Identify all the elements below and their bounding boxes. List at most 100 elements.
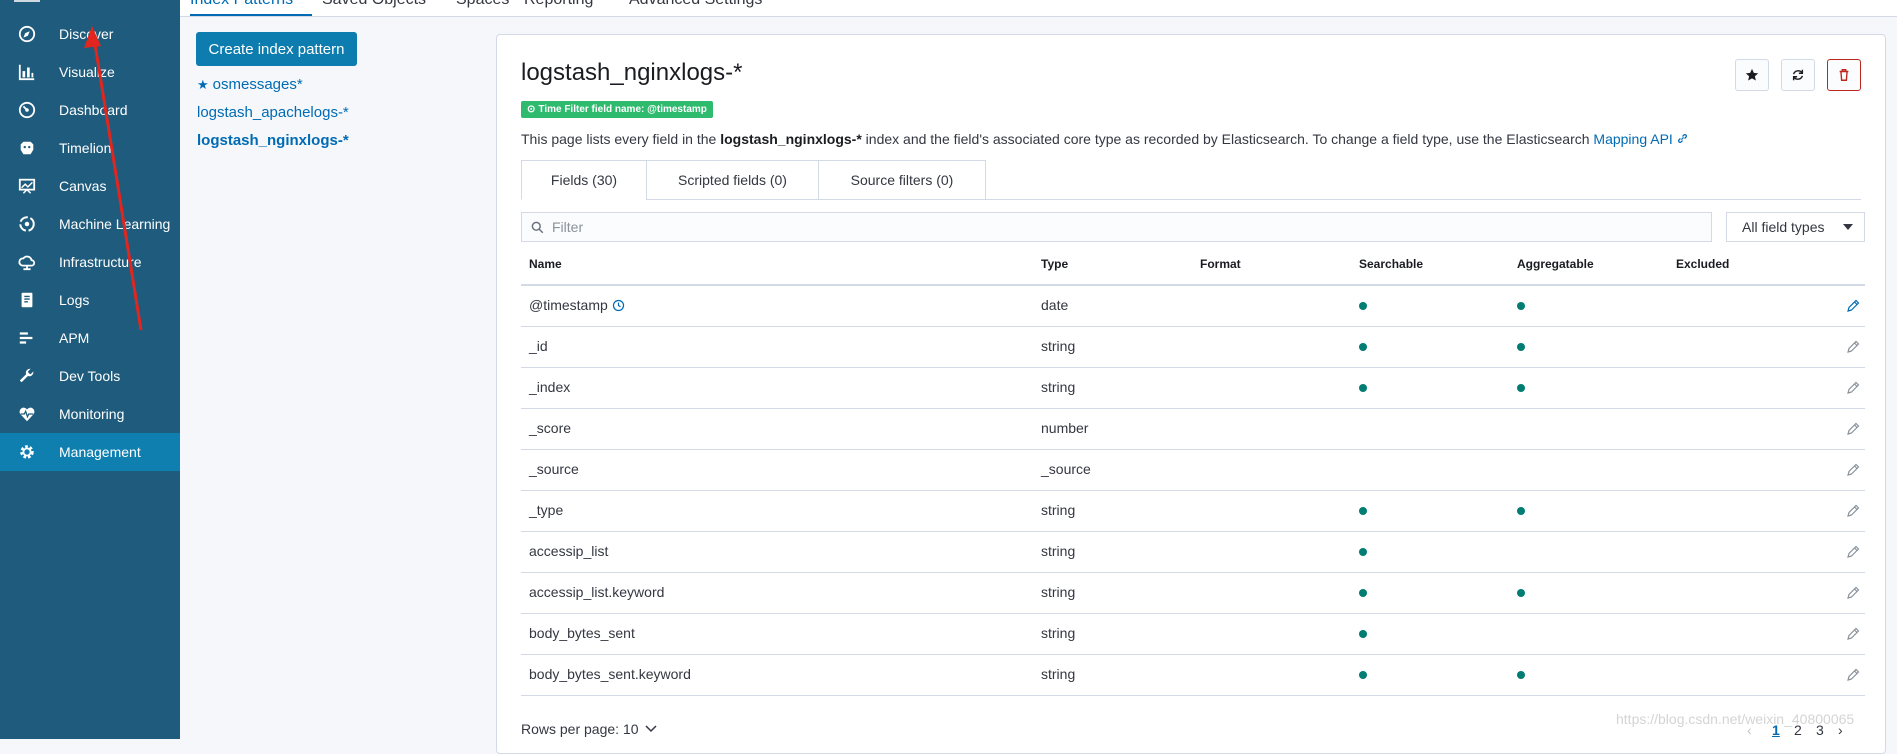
- index-pattern-link-osmessages[interactable]: ★ osmessages*: [197, 76, 303, 93]
- edit-field-pencil-icon[interactable]: [1845, 667, 1861, 683]
- management-tabs: Index Patterns Saved Objects Spaces Repo…: [180, 0, 1897, 17]
- edit-field-pencil-icon[interactable]: [1845, 503, 1861, 519]
- refresh-fields-button[interactable]: [1781, 59, 1815, 91]
- infrastructure-icon: [17, 252, 37, 272]
- sidebar-item-management[interactable]: Management: [0, 433, 180, 471]
- tab-saved-objects[interactable]: Saved Objects: [322, 0, 426, 9]
- field-name-cell: _score: [529, 420, 571, 436]
- field-name-cell: _source: [529, 461, 579, 477]
- index-pattern-label: osmessages*: [212, 76, 303, 93]
- mapping-api-link[interactable]: Mapping API: [1593, 131, 1687, 147]
- searchable-dot: [1359, 589, 1367, 597]
- delete-index-pattern-button[interactable]: [1827, 59, 1861, 91]
- sidebar-item-label: Canvas: [59, 178, 107, 194]
- table-row: @timestamp date: [521, 286, 1865, 327]
- sidebar-item-label: Infrastructure: [59, 254, 142, 270]
- rows-per-page-button[interactable]: Rows per page: 10: [521, 721, 657, 737]
- timelion-icon: [17, 138, 37, 158]
- field-type: string: [1041, 584, 1076, 600]
- description-pattern-name: logstash_nginxlogs-*: [720, 131, 862, 147]
- tabs-divider: [647, 199, 1861, 200]
- field-name-cell: _id: [529, 338, 548, 354]
- dashboard-icon: [17, 100, 37, 120]
- filter-input[interactable]: [550, 218, 1694, 236]
- column-header-name[interactable]: Name: [529, 252, 562, 272]
- edit-field-pencil-icon[interactable]: [1845, 380, 1861, 396]
- column-header-excluded[interactable]: Excluded: [1676, 252, 1729, 272]
- column-header-aggregatable[interactable]: Aggregatable: [1517, 252, 1594, 272]
- field-name: @timestamp: [529, 297, 608, 313]
- field-type-select-value: All field types: [1742, 219, 1825, 235]
- edit-field-pencil-icon[interactable]: [1845, 585, 1861, 601]
- field-type: string: [1041, 543, 1076, 559]
- watermark: https://blog.csdn.net/weixin_40800065: [1616, 711, 1855, 727]
- sidebar-item-label: APM: [59, 330, 90, 346]
- aggregatable-dot: [1517, 343, 1525, 351]
- edit-field-pencil-icon[interactable]: [1845, 339, 1861, 355]
- field-type: number: [1041, 420, 1089, 436]
- table-row: _type string: [521, 491, 1865, 532]
- menu-toggle[interactable]: [14, 0, 40, 2]
- sidebar-item-label: Dev Tools: [59, 368, 121, 384]
- tab-fields[interactable]: Fields (30): [521, 160, 647, 200]
- field-name: _index: [529, 379, 571, 395]
- page-description: This page lists every field in the logst…: [521, 131, 1688, 147]
- edit-field-pencil-icon[interactable]: [1845, 298, 1861, 314]
- edit-field-pencil-icon[interactable]: [1845, 626, 1861, 642]
- aggregatable-dot: [1517, 302, 1525, 310]
- field-type: string: [1041, 338, 1076, 354]
- column-header-searchable[interactable]: Searchable: [1359, 252, 1423, 272]
- sidebar-item-discover[interactable]: Discover: [0, 15, 180, 53]
- tab-index-patterns[interactable]: Index Patterns: [190, 0, 293, 9]
- sidebar-item-visualize[interactable]: Visualize: [0, 53, 180, 91]
- sidebar-item-apm[interactable]: APM: [0, 319, 180, 357]
- field-type-select[interactable]: All field types: [1726, 212, 1865, 242]
- sidebar-item-infrastructure[interactable]: Infrastructure: [0, 243, 180, 281]
- tab-scripted-fields[interactable]: Scripted fields (0): [646, 160, 819, 200]
- field-name-cell: @timestamp: [529, 297, 625, 313]
- tab-spaces[interactable]: Spaces: [456, 0, 509, 9]
- table-row: _index string: [521, 368, 1865, 409]
- field-type: string: [1041, 379, 1076, 395]
- set-default-button[interactable]: [1735, 59, 1769, 91]
- table-row: body_bytes_sent.keyword string: [521, 655, 1865, 696]
- refresh-icon: [1792, 69, 1804, 81]
- field-name-cell: _type: [529, 502, 563, 518]
- tab-source-filters[interactable]: Source filters (0): [818, 160, 986, 200]
- description-text: index and the field's associated core ty…: [861, 131, 1594, 147]
- sidebar-item-dashboard[interactable]: Dashboard: [0, 91, 180, 129]
- sidebar-item-logs[interactable]: Logs: [0, 281, 180, 319]
- field-name-cell: body_bytes_sent: [529, 625, 635, 641]
- logs-icon: [17, 290, 37, 310]
- filter-field[interactable]: [521, 212, 1712, 242]
- column-header-format[interactable]: Format: [1200, 252, 1241, 272]
- column-header-type[interactable]: Type: [1041, 252, 1068, 272]
- sidebar-item-monitoring[interactable]: Monitoring: [0, 395, 180, 433]
- sidebar-item-label: Logs: [59, 292, 90, 308]
- tab-reporting[interactable]: Reporting: [524, 0, 593, 9]
- sidebar-item-dev-tools[interactable]: Dev Tools: [0, 357, 180, 395]
- edit-field-pencil-icon[interactable]: [1845, 544, 1861, 560]
- field-name: body_bytes_sent: [529, 625, 635, 641]
- edit-field-pencil-icon[interactable]: [1845, 421, 1861, 437]
- heartbeat-icon: [17, 404, 37, 424]
- sidebar-item-label: Management: [59, 444, 141, 460]
- field-name: _id: [529, 338, 548, 354]
- field-name: _score: [529, 420, 572, 436]
- sidebar-item-label: Dashboard: [59, 102, 128, 118]
- field-name: _source: [529, 461, 579, 477]
- table-row: _id string: [521, 327, 1865, 368]
- create-index-pattern-button[interactable]: Create index pattern: [196, 32, 357, 66]
- edit-field-pencil-icon[interactable]: [1845, 462, 1861, 478]
- sidebar-item-timelion[interactable]: Timelion: [0, 129, 180, 167]
- wrench-icon: [17, 366, 37, 386]
- page-title: logstash_nginxlogs-*: [521, 59, 743, 86]
- index-pattern-link-nginxlogs[interactable]: logstash_nginxlogs-*: [197, 132, 349, 149]
- sidebar-item-machine-learning[interactable]: Machine Learning: [0, 205, 180, 243]
- bar-chart-icon: [17, 62, 37, 82]
- machine-learning-icon: [17, 214, 37, 234]
- index-pattern-link-apachelogs[interactable]: logstash_apachelogs-*: [197, 104, 349, 121]
- time-filter-label: Time Filter field name: @timestamp: [538, 104, 707, 115]
- tab-advanced-settings[interactable]: Advanced Settings: [629, 0, 762, 9]
- sidebar-item-canvas[interactable]: Canvas: [0, 167, 180, 205]
